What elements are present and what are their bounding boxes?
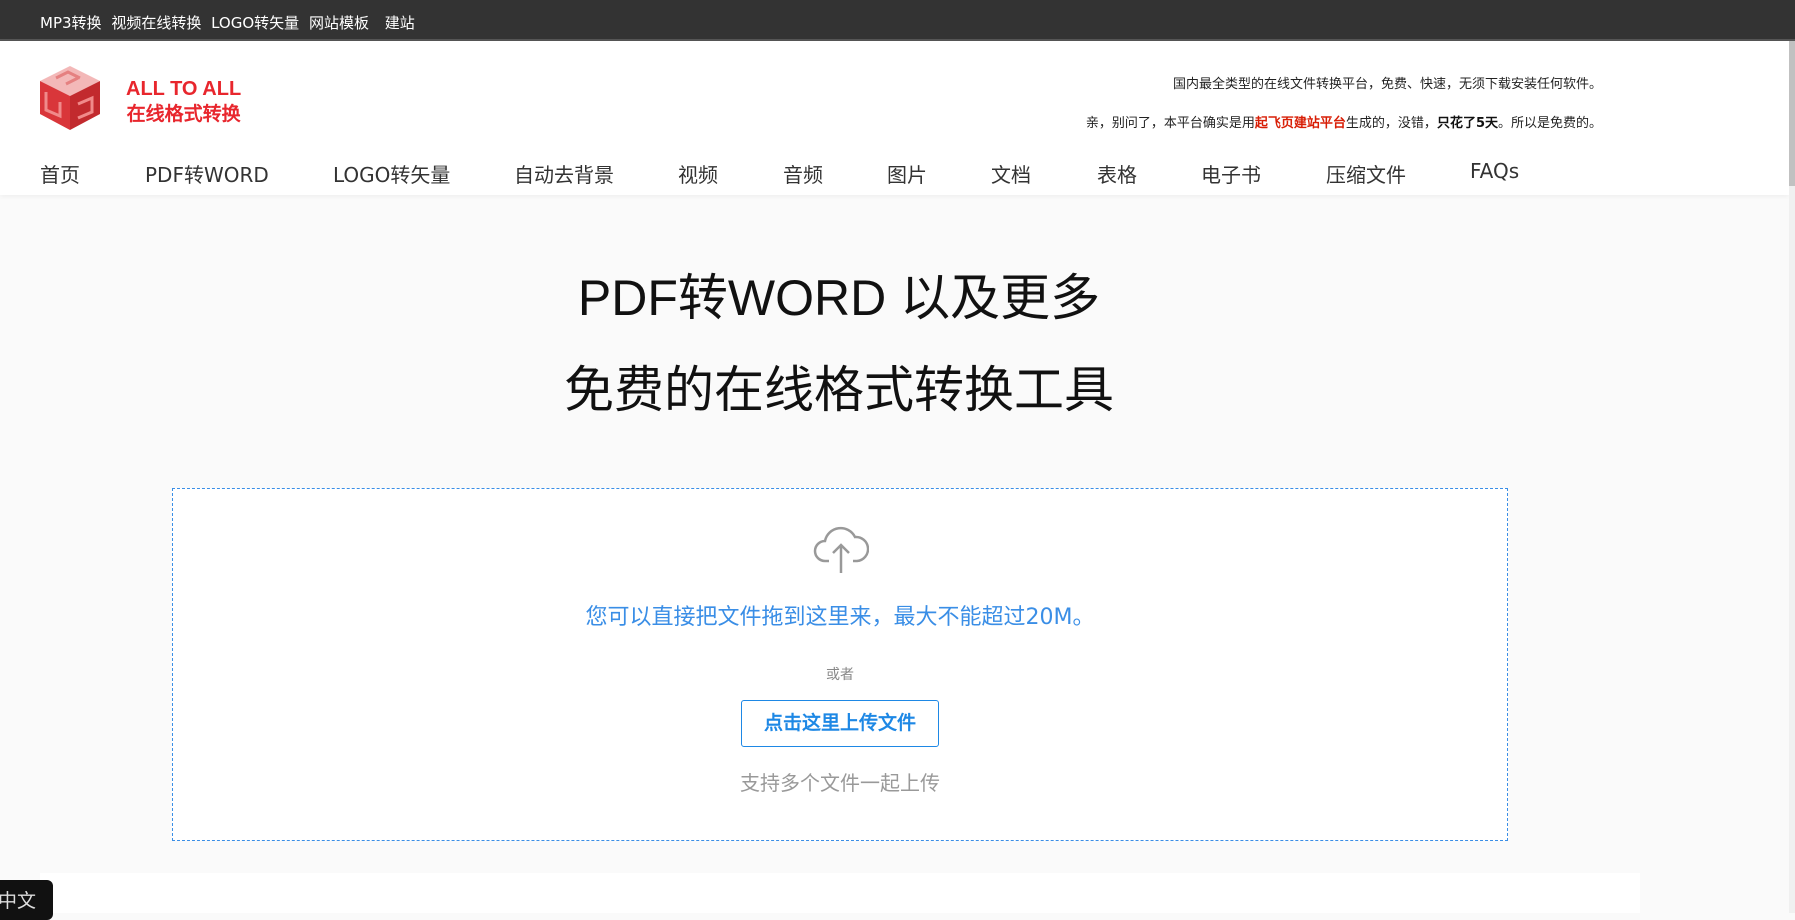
or-label: 或者 [826,667,854,683]
multi-file-note: 支持多个文件一起上传 [740,771,940,795]
top-link-mp3[interactable]: MP3转换 [40,14,102,32]
slogan-text: 生成的，没错， [1345,116,1437,131]
content-panel [40,873,1640,913]
nav-remove-background[interactable]: 自动去背景 [514,159,614,188]
nav-home[interactable]: 首页 [40,159,80,188]
logo-cube-icon[interactable] [38,64,102,132]
nav-document[interactable]: 文档 [991,159,1031,188]
language-switch[interactable]: 中文 [0,880,53,920]
nav-faqs[interactable]: FAQs [1470,159,1519,183]
slogan-bold: 只花了5天 [1436,116,1498,131]
header: ALL TO ALL 在线格式转换 国内最全类型的在线文件转换平台，免费、快速，… [0,41,1789,195]
top-links: MP3转换 视频在线转换 LOGO转矢量 网站模板 建站 [40,12,420,33]
top-bar: MP3转换 视频在线转换 LOGO转矢量 网站模板 建站 [0,0,1795,41]
slogan-line-2: 亲，别问了，本平台确实是用起飞页建站平台生成的，没错，只花了5天。所以是免费的。 [1086,112,1602,131]
upload-file-button[interactable]: 点击这里上传文件 [741,700,939,747]
hero-title: PDF转WORD 以及更多 [577,270,1101,326]
scrollbar-thumb[interactable] [1789,41,1795,186]
hero-subtitle: 免费的在线格式转换工具 [564,362,1114,418]
brand-name-en: ALL TO ALL [126,78,242,100]
nav-ebook[interactable]: 电子书 [1201,159,1261,188]
slogan-line-1: 国内最全类型的在线文件转换平台，免费、快速，无须下载安装任何软件。 [1172,77,1602,92]
nav-logo-vector[interactable]: LOGO转矢量 [333,159,450,188]
nav-spreadsheet[interactable]: 表格 [1097,159,1137,188]
qifeiye-link[interactable]: 起飞页建站平台 [1255,116,1346,131]
cloud-upload-icon [813,526,869,573]
nav-archive[interactable]: 压缩文件 [1326,159,1406,188]
slogan-text: 。所以是免费的。 [1497,116,1602,131]
top-link-logo[interactable]: LOGO转矢量 [211,14,299,32]
drop-hint: 您可以直接把文件拖到这里来，最大不能超过20M。 [585,605,1095,630]
nav-video[interactable]: 视频 [678,159,718,188]
brand[interactable]: ALL TO ALL 在线格式转换 [126,77,241,127]
nav-audio[interactable]: 音频 [783,159,823,188]
nav-pdf-to-word[interactable]: PDF转WORD [145,159,269,188]
scrollbar[interactable] [1789,41,1795,913]
top-link-video[interactable]: 视频在线转换 [111,14,201,32]
nav-image[interactable]: 图片 [887,159,927,188]
top-link-templates[interactable]: 网站模板 [309,14,369,32]
top-link-build[interactable]: 建站 [385,14,415,32]
brand-name-cn: 在线格式转换 [126,103,241,125]
slogan-text: 亲，别问了，本平台确实是用 [1085,116,1255,131]
upload-dropzone[interactable]: 您可以直接把文件拖到这里来，最大不能超过20M。 或者 点击这里上传文件 支持多… [172,488,1508,841]
